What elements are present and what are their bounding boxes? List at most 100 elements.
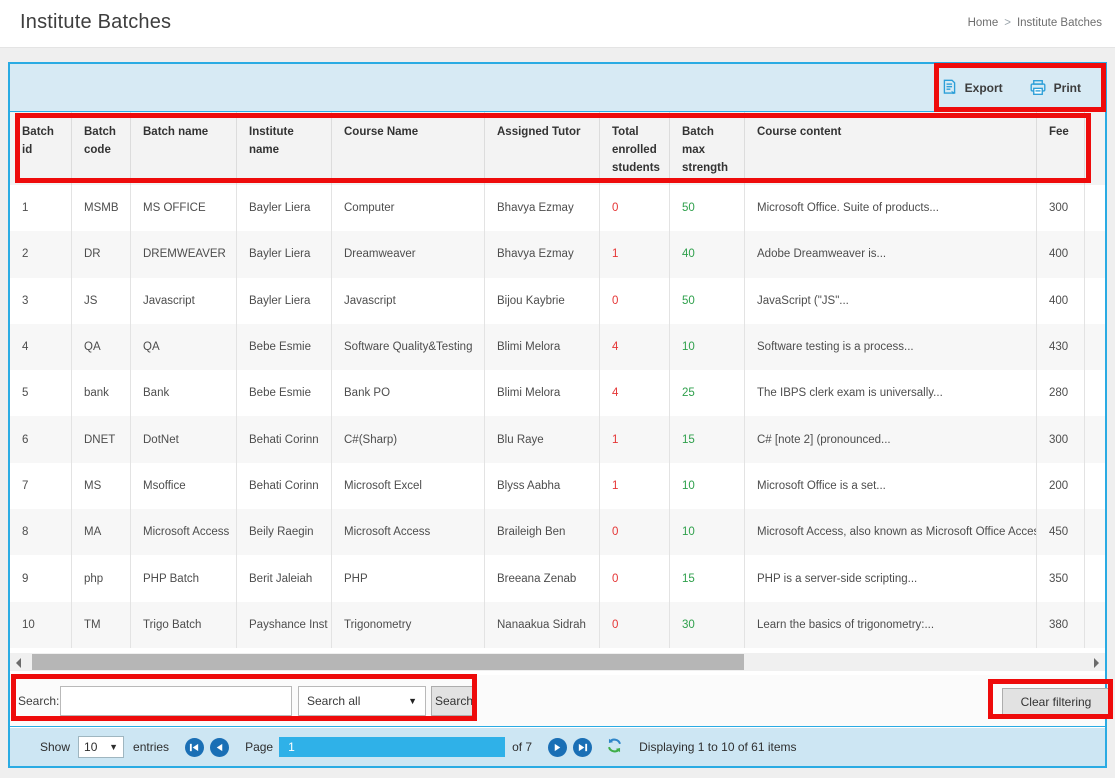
cell-batch-max: 10 — [670, 324, 745, 370]
cell-batch-code: MSMB — [72, 185, 131, 231]
breadcrumb: Home>Institute Batches — [965, 17, 1105, 29]
cell-assigned-tutor: Blimi Melora — [485, 324, 600, 370]
cell-batch-name: Microsoft Access — [131, 509, 237, 555]
cell-batch-code: php — [72, 555, 131, 601]
table-row[interactable]: 8 MA Microsoft Access Beily Raegin Micro… — [10, 509, 1105, 555]
cell-spacer — [1085, 324, 1104, 370]
previous-page-button[interactable] — [210, 738, 229, 757]
cell-course-content: Adobe Dreamweaver is... — [745, 231, 1037, 277]
cell-assigned-tutor: Breeana Zenab — [485, 555, 600, 601]
page-title: Institute Batches — [20, 11, 171, 34]
cell-fee: 450 — [1037, 509, 1085, 555]
cell-institute-name: Beily Raegin — [237, 509, 332, 555]
table-row[interactable]: 3 JS Javascript Bayler Liera Javascript … — [10, 278, 1105, 324]
cell-total-enrolled: 1 — [600, 463, 670, 509]
table-row[interactable]: 2 DR DREMWEAVER Bayler Liera Dreamweaver… — [10, 231, 1105, 277]
print-button[interactable]: Print — [1029, 79, 1081, 96]
page-number-input[interactable] — [279, 737, 505, 757]
table-row[interactable]: 9 php PHP Batch Berit Jaleiah PHP Breean… — [10, 555, 1105, 601]
table-row[interactable]: 4 QA QA Bebe Esmie Software Quality&Test… — [10, 324, 1105, 370]
entries-label: entries — [133, 740, 169, 754]
cell-course-content: Software testing is a process... — [745, 324, 1037, 370]
clear-filtering-button[interactable]: Clear filtering — [1002, 688, 1110, 716]
cell-batch-max: 10 — [670, 463, 745, 509]
table-row[interactable]: 10 TM Trigo Batch Payshance Inst Trigono… — [10, 602, 1105, 648]
cell-batch-name: Trigo Batch — [131, 602, 237, 648]
column-header-assigned-tutor[interactable]: Assigned Tutor — [485, 112, 600, 185]
cell-course-content: C# [note 2] (pronounced... — [745, 416, 1037, 462]
cell-course-name: Software Quality&Testing — [332, 324, 485, 370]
scrollbar-thumb[interactable] — [32, 654, 744, 670]
search-filter-value: Search all — [307, 694, 360, 708]
cell-spacer — [1085, 509, 1104, 555]
cell-course-name: Dreamweaver — [332, 231, 485, 277]
scroll-left-icon[interactable] — [16, 658, 21, 668]
cell-assigned-tutor: Bhavya Ezmay — [485, 185, 600, 231]
column-header-institute-name[interactable]: Institute name — [237, 112, 332, 185]
search-filter-select[interactable]: Search all ▼ — [298, 686, 426, 716]
pagination-bar: Show 10 ▼ entries Page of 7 — [10, 728, 1105, 766]
page-header: Institute Batches Home>Institute Batches — [0, 0, 1115, 48]
column-header-course-content[interactable]: Course content — [745, 112, 1037, 185]
cell-spacer — [1085, 185, 1104, 231]
cell-batch-id: 2 — [10, 231, 72, 277]
cell-batch-max: 15 — [670, 555, 745, 601]
search-button[interactable]: Search — [431, 686, 477, 716]
cell-total-enrolled: 4 — [600, 370, 670, 416]
next-page-icon — [552, 742, 563, 753]
cell-batch-code: TM — [72, 602, 131, 648]
cell-batch-name: Bank — [131, 370, 237, 416]
cell-institute-name: Bebe Esmie — [237, 324, 332, 370]
cell-batch-code: QA — [72, 324, 131, 370]
cell-spacer — [1085, 278, 1104, 324]
cell-batch-id: 8 — [10, 509, 72, 555]
table-row[interactable]: 7 MS Msoffice Behati Corinn Microsoft Ex… — [10, 463, 1105, 509]
cell-batch-id: 4 — [10, 324, 72, 370]
column-header-course-name[interactable]: Course Name — [332, 112, 485, 185]
next-page-button[interactable] — [548, 738, 567, 757]
column-header-total-enrolled[interactable]: Total enrolled students — [600, 112, 670, 185]
table-row[interactable]: 6 DNET DotNet Behati Corinn C#(Sharp) Bl… — [10, 416, 1105, 462]
cell-fee: 400 — [1037, 231, 1085, 277]
column-header-batch-code[interactable]: Batch code — [72, 112, 131, 185]
cell-institute-name: Bayler Liera — [237, 231, 332, 277]
cell-batch-name: PHP Batch — [131, 555, 237, 601]
entries-select[interactable]: 10 ▼ — [78, 736, 124, 758]
last-page-button[interactable] — [573, 738, 592, 757]
export-button[interactable]: Export — [941, 79, 1003, 96]
table-body: 1 MSMB MS OFFICE Bayler Liera Computer B… — [10, 185, 1105, 648]
breadcrumb-home[interactable]: Home — [968, 17, 999, 29]
print-label: Print — [1054, 81, 1081, 95]
cell-fee: 200 — [1037, 463, 1085, 509]
cell-course-name: Bank PO — [332, 370, 485, 416]
cell-fee: 300 — [1037, 185, 1085, 231]
table-row[interactable]: 1 MSMB MS OFFICE Bayler Liera Computer B… — [10, 185, 1105, 231]
cell-batch-code: bank — [72, 370, 131, 416]
search-input[interactable] — [60, 686, 292, 716]
cell-batch-max: 40 — [670, 231, 745, 277]
cell-course-content: JavaScript ("JS"... — [745, 278, 1037, 324]
scroll-right-icon[interactable] — [1094, 658, 1099, 668]
previous-page-icon — [214, 742, 225, 753]
cell-batch-id: 7 — [10, 463, 72, 509]
cell-course-name: C#(Sharp) — [332, 416, 485, 462]
horizontal-scrollbar — [10, 650, 1105, 674]
column-header-batch-id[interactable]: Batch id — [10, 112, 72, 185]
first-page-button[interactable] — [185, 738, 204, 757]
page-label: Page — [245, 740, 273, 754]
cell-batch-max: 30 — [670, 602, 745, 648]
table-header-row: Batch id Batch code Batch name Institute… — [10, 112, 1105, 185]
show-label: Show — [40, 740, 70, 754]
cell-batch-name: QA — [131, 324, 237, 370]
column-header-batch-max[interactable]: Batch max strength — [670, 112, 745, 185]
table-row[interactable]: 5 bank Bank Bebe Esmie Bank PO Blimi Mel… — [10, 370, 1105, 416]
print-icon — [1029, 79, 1047, 96]
cell-course-name: Microsoft Excel — [332, 463, 485, 509]
refresh-button[interactable] — [606, 737, 623, 757]
column-header-batch-name[interactable]: Batch name — [131, 112, 237, 185]
column-header-fee[interactable]: Fee — [1037, 112, 1085, 185]
cell-course-content: Learn the basics of trigonometry:... — [745, 602, 1037, 648]
cell-fee: 350 — [1037, 555, 1085, 601]
cell-fee: 430 — [1037, 324, 1085, 370]
cell-batch-name: Msoffice — [131, 463, 237, 509]
